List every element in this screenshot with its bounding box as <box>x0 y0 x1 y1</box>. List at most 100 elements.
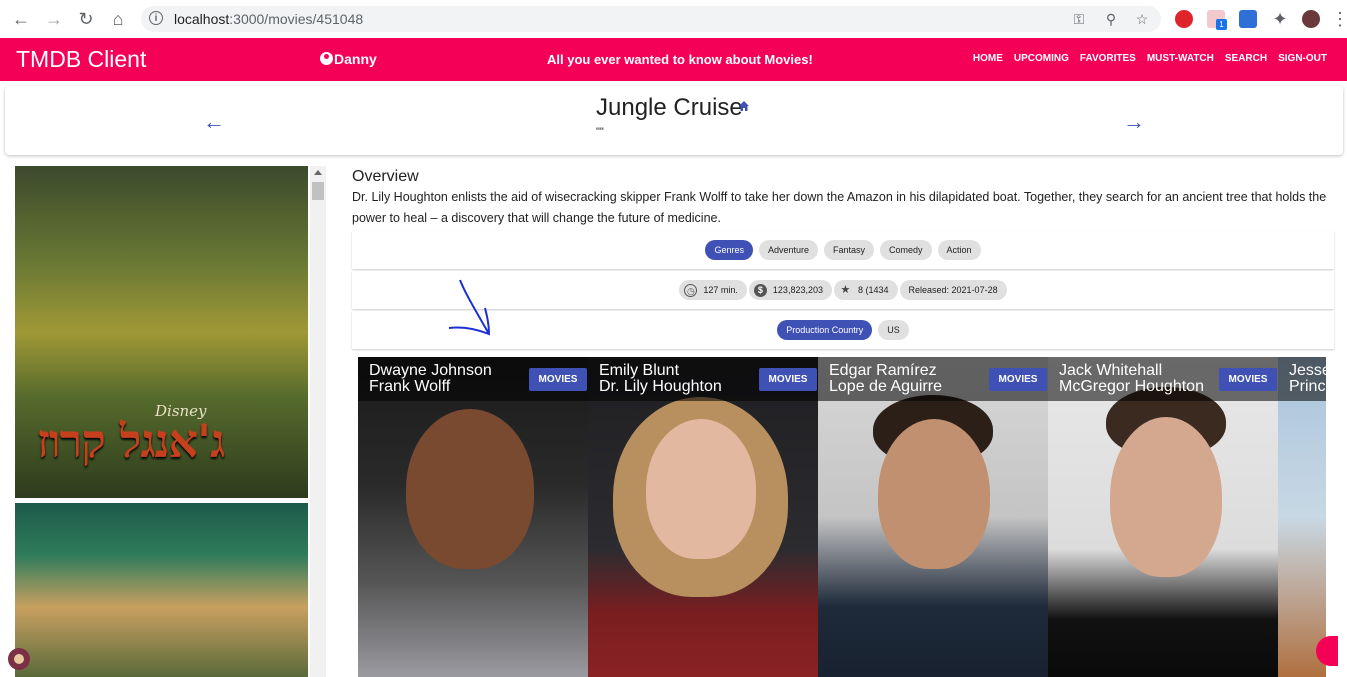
genres-row: Genres Adventure Fantasy Comedy Action <box>352 231 1334 269</box>
movies-button[interactable]: MOVIES <box>759 368 817 391</box>
genres-label-chip: Genres <box>705 240 753 260</box>
brand-title[interactable]: TMDB Client <box>16 46 146 73</box>
production-country-label-chip: Production Country <box>777 320 873 340</box>
actor-photo <box>1278 357 1326 677</box>
puzzle-icon[interactable]: ✦ <box>1270 9 1290 29</box>
actor-photo <box>358 357 588 677</box>
rating-chip: ★ 8 (1434 <box>833 280 898 300</box>
cast-card[interactable]: Edgar Ramírez Lope de Aguirre MOVIES <box>818 357 1048 677</box>
scrollbar-thumb[interactable] <box>312 182 324 200</box>
actor-face <box>1110 417 1222 577</box>
cast-list[interactable]: Dwayne Johnson Frank Wolff MOVIES Emily … <box>358 357 1326 677</box>
movie-title: Jungle Cruise <box>596 94 743 121</box>
url-path: :3000/movies/451048 <box>229 11 364 27</box>
production-country-row: Production Country US <box>352 311 1334 349</box>
genre-chip[interactable]: Action <box>937 240 981 260</box>
money-icon: $ <box>753 283 767 297</box>
poster-image <box>15 503 308 677</box>
release-date-chip: Released: 2021-07-28 <box>899 280 1007 300</box>
character-name: Lope de Aguirre <box>829 378 942 395</box>
opera-extension-icon[interactable] <box>1175 10 1193 28</box>
genre-chip[interactable]: Comedy <box>880 240 932 260</box>
genre-chip[interactable]: Fantasy <box>824 240 875 260</box>
movie-tagline: "" <box>596 126 604 138</box>
nav-home[interactable]: HOME <box>973 53 1003 64</box>
reload-icon[interactable]: ↻ <box>76 9 96 29</box>
movie-header: ← Jungle Cruise "" → <box>5 86 1343 155</box>
annotation-arrow-icon <box>448 279 491 336</box>
user-greeting: Danny <box>320 51 377 67</box>
cast-card[interactable]: Dwayne Johnson Frank Wolff MOVIES <box>358 357 588 677</box>
forward-arrow-icon[interactable]: → <box>44 9 64 29</box>
previous-arrow-icon[interactable]: ← <box>203 109 225 135</box>
movies-button[interactable]: MOVIES <box>529 368 587 391</box>
revenue-value: 123,823,203 <box>772 285 823 295</box>
revenue-chip: $123,823,203 <box>748 280 832 300</box>
floating-action-button[interactable] <box>1316 636 1338 666</box>
nav-must-watch[interactable]: MUST-WATCH <box>1147 53 1214 64</box>
country-chip[interactable]: US <box>878 320 909 340</box>
rating-value: 8 (1434 <box>857 285 889 295</box>
poster-image: Disney ג'אנגל קרוז <box>15 166 308 498</box>
home-icon[interactable]: ⌂ <box>108 9 128 29</box>
clock-icon: ◷ <box>684 283 698 297</box>
poster-title-hebrew: ג'אנגל קרוז <box>37 414 225 468</box>
extension-badge: 1 <box>1216 19 1227 30</box>
actor-name: Jack Whitehall <box>1059 362 1163 379</box>
actor-name: Jesse <box>1289 362 1326 379</box>
actor-face <box>878 419 990 569</box>
overview-heading: Overview <box>352 168 419 185</box>
nav-search[interactable]: SEARCH <box>1225 53 1267 64</box>
account-circle-icon <box>320 52 333 65</box>
nav-upcoming[interactable]: UPCOMING <box>1014 53 1069 64</box>
actor-name: Emily Blunt <box>599 362 680 379</box>
site-tagline: All you ever wanted to know about Movies… <box>547 52 813 67</box>
nav-menu: HOME UPCOMING FAVORITES MUST-WATCH SEARC… <box>973 53 1327 64</box>
poster-list[interactable]: Disney ג'אנגל קרוז <box>14 166 326 677</box>
actor-photo <box>818 357 1048 677</box>
nav-sign-out[interactable]: SIGN-OUT <box>1278 53 1327 64</box>
character-name: Dr. Lily Houghton <box>599 378 722 395</box>
cast-card[interactable]: Emily Blunt Dr. Lily Houghton MOVIES <box>588 357 818 677</box>
shield-extension-icon[interactable] <box>1239 10 1257 28</box>
actor-photo <box>1048 357 1278 677</box>
next-arrow-icon[interactable]: → <box>1123 109 1145 135</box>
scroll-up-icon[interactable] <box>314 170 322 175</box>
bookmark-star-icon[interactable]: ☆ <box>1134 11 1150 27</box>
cast-card[interactable]: Jack Whitehall McGregor Houghton MOVIES <box>1048 357 1278 677</box>
app-bar: TMDB Client Danny All you ever wanted to… <box>0 38 1347 81</box>
kebab-menu-icon[interactable]: ⋮ <box>1330 9 1347 29</box>
address-bar[interactable]: i localhost:3000/movies/451048 ⚿ ⚲ ☆ <box>141 6 1161 32</box>
cast-card[interactable]: Jesse Princ <box>1278 357 1326 677</box>
scrollbar[interactable] <box>310 166 326 677</box>
actor-face <box>406 409 534 569</box>
profile-avatar[interactable] <box>1302 10 1320 28</box>
browser-toolbar: ← → ↻ ⌂ i localhost:3000/movies/451048 ⚿… <box>0 0 1347 39</box>
url-host: localhost <box>174 11 230 27</box>
extension-icon[interactable]: 1 <box>1207 10 1227 30</box>
actor-photo <box>588 357 818 677</box>
actor-face <box>646 419 756 559</box>
character-name: Frank Wolff <box>369 378 451 395</box>
movies-button[interactable]: MOVIES <box>1219 368 1277 391</box>
home-icon[interactable] <box>738 100 750 112</box>
key-icon[interactable]: ⚿ <box>1071 11 1087 27</box>
character-name: Princ <box>1289 378 1326 395</box>
movies-button[interactable]: MOVIES <box>989 368 1047 391</box>
devtools-icon[interactable] <box>8 648 30 670</box>
info-icon[interactable]: i <box>149 11 163 25</box>
character-name: McGregor Houghton <box>1059 378 1204 395</box>
user-name: Danny <box>334 51 377 67</box>
actor-name: Dwayne Johnson <box>369 362 492 379</box>
nav-favorites[interactable]: FAVORITES <box>1080 53 1136 64</box>
runtime-chip: ◷ 127 min. <box>679 280 747 300</box>
star-icon: ★ <box>840 283 851 296</box>
genre-chip[interactable]: Adventure <box>758 240 818 260</box>
back-arrow-icon[interactable]: ← <box>11 9 31 29</box>
stats-row: ◷ 127 min. $123,823,203 ★ 8 (1434 Released… <box>352 271 1334 309</box>
runtime-value: 127 min. <box>703 285 738 295</box>
overview-text: Dr. Lily Houghton enlists the aid of wis… <box>352 190 1327 225</box>
actor-name: Edgar Ramírez <box>829 362 937 379</box>
zoom-icon[interactable]: ⚲ <box>1103 11 1119 27</box>
url-text[interactable]: localhost:3000/movies/451048 <box>174 11 363 27</box>
